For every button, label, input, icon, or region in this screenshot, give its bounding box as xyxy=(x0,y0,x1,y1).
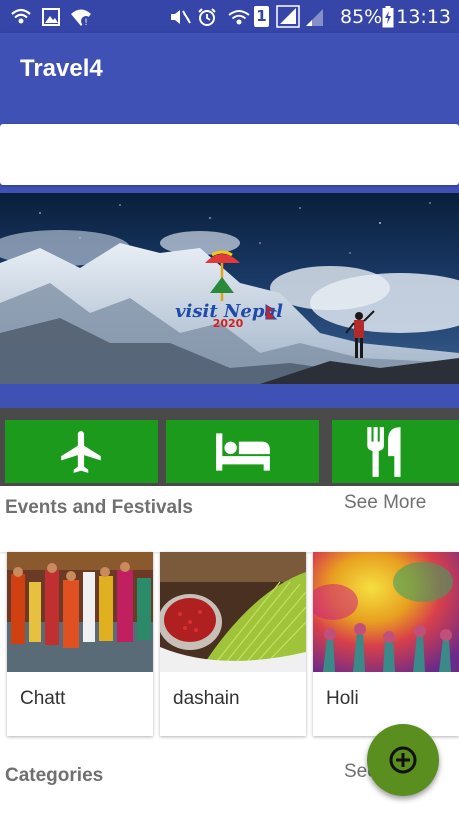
app-title: Travel4 xyxy=(20,55,103,82)
event-card[interactable]: dashain xyxy=(160,552,306,736)
mute-icon xyxy=(171,10,191,24)
signal-weak-icon xyxy=(306,9,323,26)
wifi-calling-icon xyxy=(11,8,31,24)
search-card[interactable] xyxy=(0,124,459,185)
events-see-more-link[interactable]: See More xyxy=(344,492,426,514)
alarm-icon xyxy=(198,8,216,26)
status-clock: 13:13 xyxy=(396,6,451,28)
wifi-alert-icon: ! xyxy=(71,9,91,27)
event-name: Chatt xyxy=(20,688,66,709)
search-input[interactable] xyxy=(0,124,459,185)
add-fab-button[interactable] xyxy=(367,724,439,796)
event-image xyxy=(160,552,306,672)
event-image xyxy=(313,552,459,672)
svg-text:!: ! xyxy=(84,18,88,27)
event-card[interactable]: Chatt xyxy=(7,552,153,736)
event-name: Holi xyxy=(326,688,359,709)
battery-charging-icon xyxy=(382,6,394,28)
categories-section-title: Categories xyxy=(5,765,104,786)
bed-icon xyxy=(215,432,270,471)
sim-icon: 1 xyxy=(254,6,269,27)
airplane-icon xyxy=(60,430,101,473)
signal-icon xyxy=(276,5,300,28)
fork-knife-icon xyxy=(366,426,401,477)
image-notification-icon xyxy=(42,8,60,26)
wifi-icon xyxy=(228,10,250,25)
event-card[interactable]: Holi xyxy=(313,552,459,736)
logo-year: 2020 xyxy=(213,317,244,330)
add-circle-icon xyxy=(389,746,417,774)
battery-percent: 85% xyxy=(340,6,383,28)
events-section-title: Events and Festivals xyxy=(5,497,193,518)
event-name: dashain xyxy=(173,688,240,709)
hotels-button[interactable] xyxy=(166,420,319,483)
flights-button[interactable] xyxy=(5,420,158,483)
event-image xyxy=(7,552,153,672)
status-bar: ! 1 85% 13:13 xyxy=(0,0,459,33)
visit-nepal-banner[interactable]: visit Nepal 2020 xyxy=(0,193,459,384)
restaurants-button[interactable] xyxy=(332,420,459,483)
app-bar: Travel4 xyxy=(0,33,459,106)
